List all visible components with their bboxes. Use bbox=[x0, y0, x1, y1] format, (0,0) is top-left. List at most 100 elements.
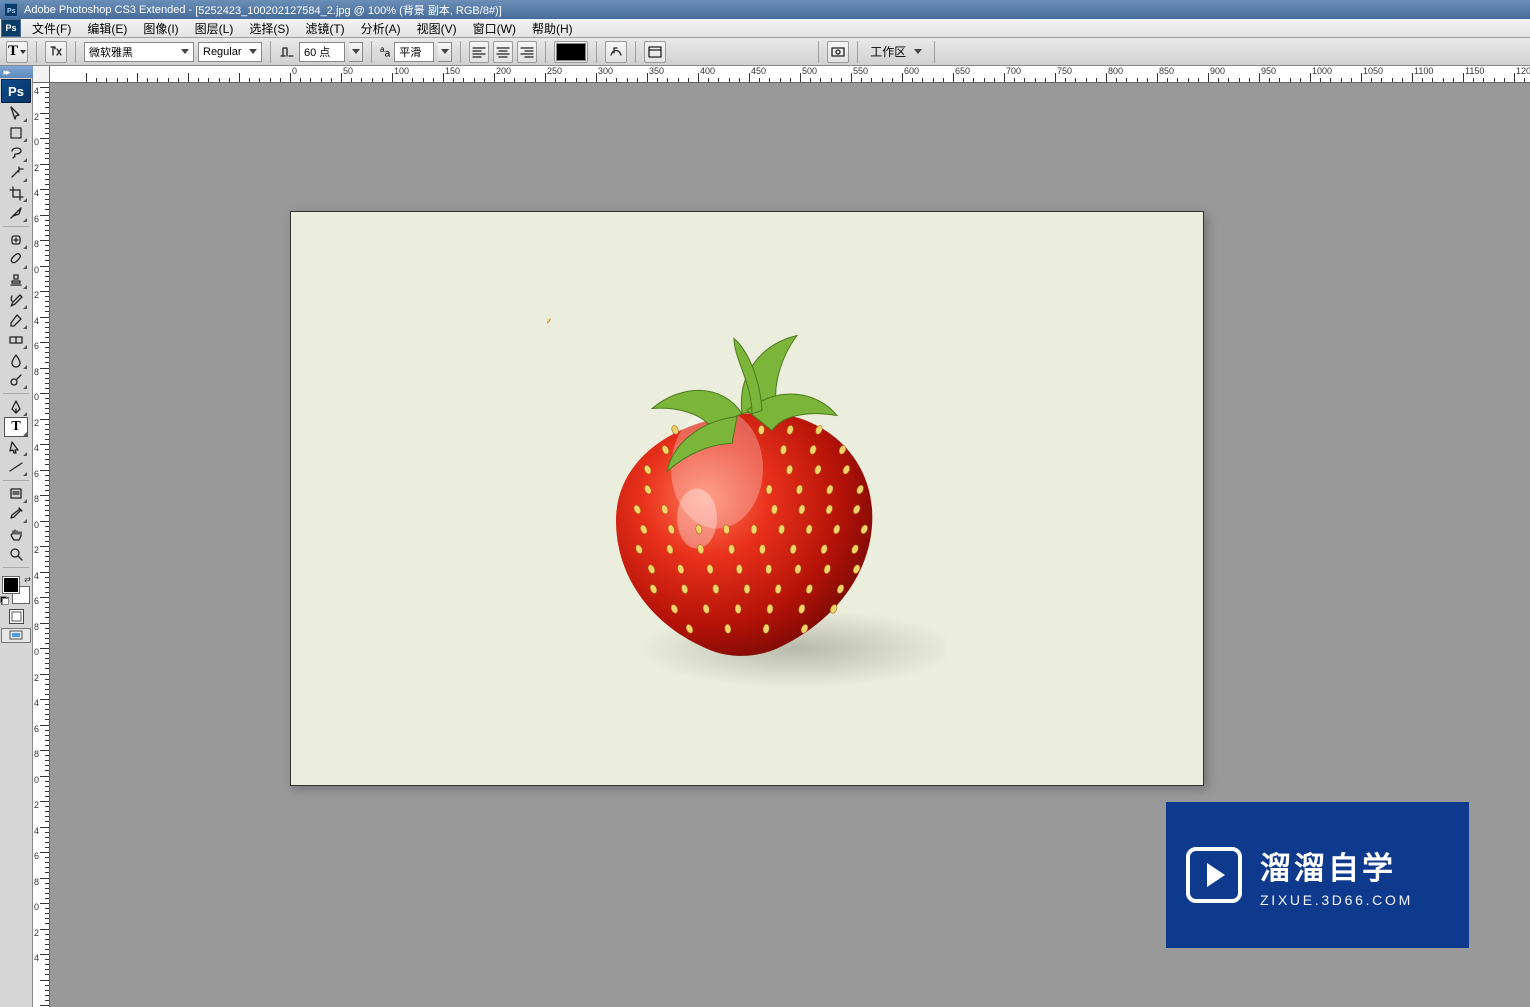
text-color-swatch bbox=[556, 43, 586, 61]
options-bar: T 微软雅黑 Regular 60 点 aa 平滑 bbox=[0, 38, 1530, 66]
screen-mode-button[interactable] bbox=[1, 628, 31, 643]
menu-analysis[interactable]: 分析(A) bbox=[353, 19, 409, 37]
bridge-icon bbox=[830, 44, 846, 60]
separator bbox=[596, 41, 597, 63]
align-left-button[interactable] bbox=[469, 41, 489, 63]
separator bbox=[75, 41, 76, 63]
separator bbox=[818, 41, 819, 63]
path-select-tool[interactable] bbox=[4, 437, 28, 457]
watermark-play-icon bbox=[1186, 847, 1242, 903]
app-title: Adobe Photoshop CS3 Extended bbox=[24, 4, 185, 16]
horizontal-ruler[interactable]: 0501001502002503003504004505005506006507… bbox=[33, 66, 1530, 83]
antialias-field[interactable]: 平滑 bbox=[394, 42, 434, 62]
font-size-group: 60 点 bbox=[279, 42, 363, 62]
font-size-field[interactable]: 60 点 bbox=[299, 42, 345, 62]
svg-text:Ps: Ps bbox=[7, 8, 16, 15]
menu-view[interactable]: 视图(V) bbox=[409, 19, 465, 37]
menu-bar: Ps 文件(F) 编辑(E) 图像(I) 图层(L) 选择(S) 滤镜(T) 分… bbox=[0, 19, 1530, 38]
align-center-button[interactable] bbox=[493, 41, 513, 63]
menu-select[interactable]: 选择(S) bbox=[241, 19, 297, 37]
text-orientation-icon bbox=[48, 44, 64, 60]
history-brush-tool[interactable] bbox=[4, 290, 28, 310]
character-panel-button[interactable] bbox=[644, 41, 666, 63]
eyedropper-tool[interactable] bbox=[4, 504, 28, 524]
pen-tool[interactable] bbox=[4, 397, 28, 417]
move-tool[interactable] bbox=[4, 103, 28, 123]
workspace-label: 工作区 bbox=[870, 43, 906, 60]
antialias-dropdown-button[interactable] bbox=[438, 42, 452, 62]
watermark-title: 溜溜自学 bbox=[1260, 843, 1413, 888]
watermark-overlay: 溜溜自学 ZIXUE.3D66.COM bbox=[1166, 802, 1469, 948]
quickmask-row bbox=[9, 609, 24, 624]
font-size-icon bbox=[279, 44, 295, 60]
default-colors-icon[interactable] bbox=[1, 597, 9, 605]
notes-tool[interactable] bbox=[4, 484, 28, 504]
marquee-tool[interactable] bbox=[4, 123, 28, 143]
separator bbox=[36, 41, 37, 63]
slice-tool[interactable] bbox=[4, 203, 28, 223]
tool-preset-button[interactable]: T bbox=[6, 41, 28, 63]
align-right-button[interactable] bbox=[517, 41, 537, 63]
wand-tool[interactable] bbox=[4, 163, 28, 183]
text-align-group bbox=[469, 41, 537, 63]
type-tool[interactable]: T bbox=[4, 417, 28, 437]
strawberry-image bbox=[547, 318, 947, 698]
crop-tool[interactable] bbox=[4, 183, 28, 203]
blur-tool[interactable] bbox=[4, 350, 28, 370]
vertical-ruler[interactable]: 42024680246802468024680246802468024 bbox=[33, 83, 50, 1007]
ps-menu-icon[interactable]: Ps bbox=[1, 19, 21, 37]
ps-app-icon: Ps bbox=[4, 3, 18, 17]
align-left-icon bbox=[471, 44, 487, 60]
healing-tool[interactable] bbox=[4, 230, 28, 250]
dodge-tool[interactable] bbox=[4, 370, 28, 390]
separator bbox=[635, 41, 636, 63]
warp-text-button[interactable] bbox=[605, 41, 627, 63]
menu-layer[interactable]: 图层(L) bbox=[187, 19, 242, 37]
stamp-tool[interactable] bbox=[4, 270, 28, 290]
toolbox-gripper[interactable]: ▸▸ bbox=[0, 66, 33, 78]
menu-filter[interactable]: 滤镜(T) bbox=[297, 19, 352, 37]
brush-tool[interactable] bbox=[4, 250, 28, 270]
menu-edit[interactable]: 编辑(E) bbox=[79, 19, 135, 37]
warp-text-icon bbox=[608, 44, 624, 60]
text-orientation-button[interactable] bbox=[45, 41, 67, 63]
align-right-icon bbox=[519, 44, 535, 60]
foreground-color[interactable] bbox=[3, 577, 19, 593]
text-color-button[interactable] bbox=[554, 41, 588, 63]
ruler-origin[interactable] bbox=[33, 66, 50, 83]
separator bbox=[934, 41, 935, 63]
shape-tool[interactable] bbox=[4, 457, 28, 477]
swap-colors-icon[interactable]: ⇄ bbox=[24, 575, 31, 584]
aa-icon: aa bbox=[380, 44, 390, 59]
chevron-down-icon bbox=[914, 49, 922, 54]
eraser-tool[interactable] bbox=[4, 310, 28, 330]
chevron-down-icon bbox=[352, 49, 360, 54]
doc-title: [5252423_100202127584_2.jpg @ 100% (背景 副… bbox=[195, 2, 502, 18]
lasso-tool[interactable] bbox=[4, 143, 28, 163]
separator bbox=[545, 41, 546, 63]
standard-mode-button[interactable] bbox=[9, 609, 24, 624]
menu-help[interactable]: 帮助(H) bbox=[524, 19, 581, 37]
color-picker[interactable]: ⇄ bbox=[1, 575, 31, 605]
font-family-dropdown[interactable]: 微软雅黑 bbox=[84, 42, 194, 62]
bridge-button[interactable] bbox=[827, 41, 849, 63]
ps-logo-icon: Ps bbox=[1, 79, 31, 103]
menu-window[interactable]: 窗口(W) bbox=[465, 19, 524, 37]
antialias-group: aa 平滑 bbox=[380, 42, 452, 62]
menu-image[interactable]: 图像(I) bbox=[135, 19, 186, 37]
gradient-tool[interactable] bbox=[4, 330, 28, 350]
document-canvas[interactable] bbox=[290, 211, 1204, 786]
font-style-value: Regular bbox=[203, 46, 242, 58]
font-size-value: 60 点 bbox=[304, 44, 330, 60]
type-icon: T bbox=[11, 419, 20, 435]
canvas-area[interactable]: 溜溜自学 ZIXUE.3D66.COM bbox=[50, 83, 1530, 1007]
font-size-dropdown-button[interactable] bbox=[349, 42, 363, 62]
hand-tool[interactable] bbox=[4, 524, 28, 544]
align-center-icon bbox=[495, 44, 511, 60]
menu-file[interactable]: 文件(F) bbox=[24, 19, 79, 37]
zoom-tool[interactable] bbox=[4, 544, 28, 564]
workspace-dropdown[interactable]: 工作区 bbox=[866, 43, 926, 60]
font-style-dropdown[interactable]: Regular bbox=[198, 42, 262, 62]
separator bbox=[270, 41, 271, 63]
type-tool-icon: T bbox=[8, 43, 18, 60]
